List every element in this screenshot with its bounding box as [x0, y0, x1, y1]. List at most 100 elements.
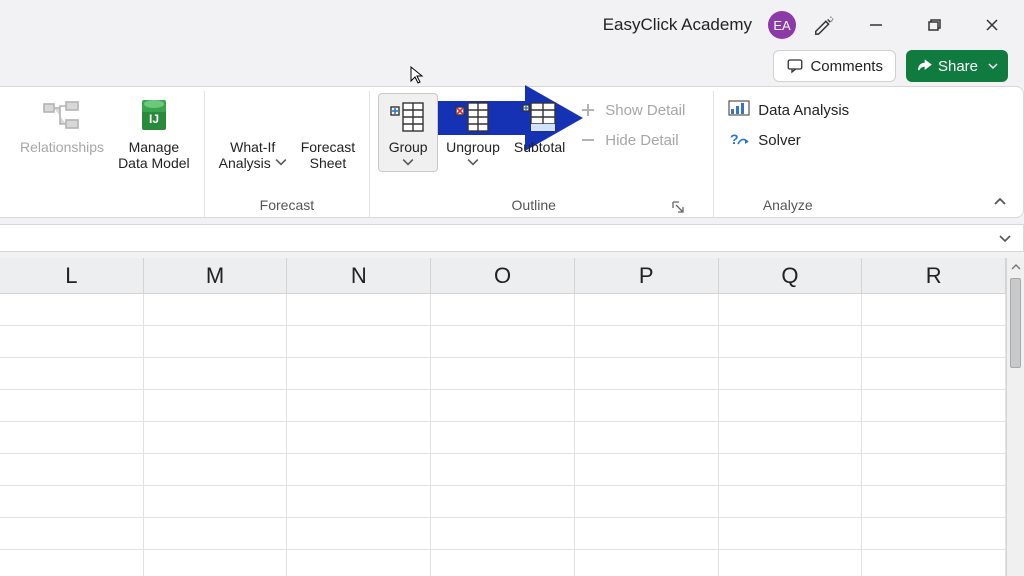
cell[interactable]	[431, 454, 575, 486]
cell[interactable]	[144, 422, 288, 454]
cell[interactable]	[0, 454, 144, 486]
cell[interactable]	[287, 550, 431, 576]
cell[interactable]	[0, 390, 144, 422]
cell[interactable]	[144, 486, 288, 518]
column-header[interactable]: N	[287, 258, 431, 294]
relationships-button[interactable]: Relationships	[14, 93, 110, 155]
scroll-up-icon[interactable]	[1007, 258, 1024, 276]
cell[interactable]	[287, 422, 431, 454]
avatar[interactable]: EA	[768, 11, 796, 39]
cell[interactable]	[575, 454, 719, 486]
cell[interactable]	[144, 454, 288, 486]
cell[interactable]	[144, 358, 288, 390]
cell[interactable]	[575, 422, 719, 454]
cell[interactable]	[719, 390, 863, 422]
cell[interactable]	[287, 326, 431, 358]
collapse-ribbon-icon[interactable]	[991, 193, 1009, 211]
pen-icon[interactable]	[806, 14, 842, 36]
column-header[interactable]: L	[0, 258, 144, 294]
cell[interactable]	[144, 326, 288, 358]
column-header[interactable]: M	[144, 258, 288, 294]
group-button[interactable]: Group	[378, 93, 438, 172]
share-button[interactable]: Share	[906, 50, 1008, 82]
what-if-analysis-button[interactable]: What-If Analysis	[213, 93, 293, 171]
cell[interactable]	[862, 326, 1006, 358]
cell[interactable]	[575, 390, 719, 422]
dialog-launcher-icon[interactable]	[671, 200, 685, 214]
cell[interactable]	[575, 326, 719, 358]
cell[interactable]	[719, 550, 863, 576]
cell[interactable]	[719, 358, 863, 390]
cell[interactable]	[0, 486, 144, 518]
cell[interactable]	[431, 358, 575, 390]
cell[interactable]	[862, 518, 1006, 550]
cell[interactable]	[575, 294, 719, 326]
manage-data-model-button[interactable]: IJ Manage Data Model	[112, 93, 196, 171]
minus-icon	[579, 131, 597, 149]
cell[interactable]	[575, 358, 719, 390]
avatar-initials: EA	[773, 18, 790, 33]
cell[interactable]	[144, 518, 288, 550]
cell[interactable]	[431, 550, 575, 576]
cell[interactable]	[862, 550, 1006, 576]
column-header[interactable]: O	[431, 258, 575, 294]
cell[interactable]	[287, 294, 431, 326]
cell[interactable]	[862, 454, 1006, 486]
show-detail-button[interactable]: Show Detail	[579, 97, 685, 123]
table-row	[0, 454, 1006, 486]
ribbon: Relationships IJ Manage Data Model	[0, 86, 1024, 218]
cell[interactable]	[431, 422, 575, 454]
cell[interactable]	[862, 390, 1006, 422]
cell[interactable]	[719, 518, 863, 550]
cell[interactable]	[431, 390, 575, 422]
forecast-label-1: Forecast	[301, 139, 355, 155]
cell[interactable]	[862, 358, 1006, 390]
subtotal-button[interactable]: Subtotal	[508, 93, 571, 155]
cell[interactable]	[144, 390, 288, 422]
cell[interactable]	[719, 454, 863, 486]
cell[interactable]	[144, 294, 288, 326]
cell[interactable]	[862, 486, 1006, 518]
ungroup-button[interactable]: Ungroup	[440, 93, 506, 171]
cell[interactable]	[719, 326, 863, 358]
cell[interactable]	[0, 358, 144, 390]
cell[interactable]	[287, 390, 431, 422]
maximize-button[interactable]	[910, 5, 958, 45]
forecast-sheet-button[interactable]: Forecast Sheet	[295, 93, 361, 171]
cell[interactable]	[287, 454, 431, 486]
cell[interactable]	[431, 518, 575, 550]
cell[interactable]	[431, 326, 575, 358]
cell[interactable]	[719, 422, 863, 454]
column-header[interactable]: Q	[719, 258, 863, 294]
data-analysis-button[interactable]: Data Analysis	[728, 97, 849, 123]
cell[interactable]	[431, 294, 575, 326]
cell[interactable]	[719, 486, 863, 518]
cell[interactable]	[862, 294, 1006, 326]
cell[interactable]	[862, 422, 1006, 454]
cell[interactable]	[0, 422, 144, 454]
hide-detail-button[interactable]: Hide Detail	[579, 127, 685, 153]
cell[interactable]	[287, 358, 431, 390]
formula-bar[interactable]	[0, 224, 1024, 252]
scrollbar-thumb[interactable]	[1010, 278, 1021, 368]
minimize-button[interactable]	[852, 5, 900, 45]
cell[interactable]	[144, 550, 288, 576]
comments-button[interactable]: Comments	[773, 50, 896, 82]
cell[interactable]	[431, 486, 575, 518]
cell[interactable]	[575, 518, 719, 550]
vertical-scrollbar[interactable]	[1006, 258, 1024, 576]
cell[interactable]	[719, 294, 863, 326]
cell[interactable]	[287, 518, 431, 550]
close-button[interactable]	[968, 5, 1016, 45]
column-header[interactable]: P	[575, 258, 719, 294]
cell[interactable]	[0, 518, 144, 550]
cell[interactable]	[575, 486, 719, 518]
cell[interactable]	[575, 550, 719, 576]
cell[interactable]	[287, 486, 431, 518]
cell[interactable]	[0, 294, 144, 326]
column-header[interactable]: R	[862, 258, 1006, 294]
chevron-down-icon[interactable]	[997, 230, 1013, 246]
cell[interactable]	[0, 550, 144, 576]
cell[interactable]	[0, 326, 144, 358]
solver-button[interactable]: ? Solver	[728, 127, 849, 153]
